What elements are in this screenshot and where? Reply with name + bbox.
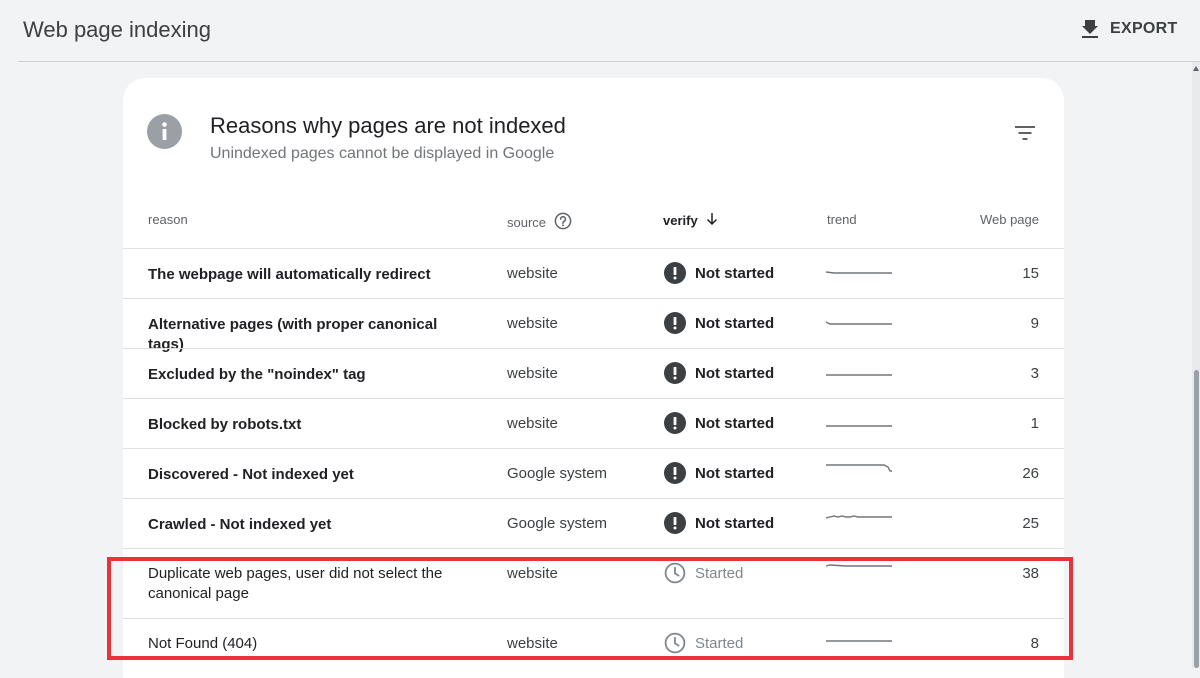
- row-trend-sparkline: [826, 425, 892, 427]
- row-status: Not started: [664, 462, 774, 484]
- row-status: Not started: [664, 412, 774, 434]
- exclamation-circle-icon: [664, 462, 686, 484]
- row-status-label: Not started: [695, 464, 775, 482]
- row-trend-sparkline: [826, 515, 892, 519]
- page-title: Web page indexing: [23, 17, 211, 42]
- row-page-count: 1: [1030, 415, 1039, 432]
- column-header-trend: trend: [827, 212, 857, 227]
- exclamation-circle-icon: [664, 512, 686, 534]
- info-icon: [147, 114, 182, 149]
- row-status: Not started: [664, 362, 774, 384]
- row-status-label: Not started: [695, 264, 775, 282]
- row-status-label: Not started: [695, 314, 775, 332]
- row-reason: Crawled - Not indexed yet: [148, 516, 332, 533]
- row-source: Google system: [507, 465, 608, 482]
- help-circle-icon[interactable]: [554, 212, 572, 233]
- card-subtitle: Unindexed pages cannot be displayed in G…: [210, 145, 555, 162]
- exclamation-circle-icon: [664, 262, 686, 284]
- row-page-count: 9: [1030, 315, 1039, 332]
- row-trend-sparkline: [826, 321, 892, 325]
- row-status: Not started: [664, 262, 774, 284]
- row-source: website: [507, 365, 558, 382]
- row-reason: The webpage will automatically redirect: [148, 266, 431, 283]
- column-header-trend-label: trend: [827, 212, 857, 227]
- column-header-pages-label: Web page: [979, 212, 1039, 227]
- top-bar: Web page indexing EXPORT: [0, 0, 1200, 62]
- exclamation-circle-icon: [664, 412, 686, 434]
- row-page-count: 25: [1022, 515, 1039, 532]
- row-status-label: Not started: [695, 364, 775, 382]
- exclamation-circle-icon: [664, 362, 686, 384]
- header-divider: [18, 61, 1200, 62]
- card-title: Reasons why pages are not indexed: [210, 113, 566, 138]
- table-row[interactable]: Crawled - Not indexed yet Google system …: [123, 498, 1064, 548]
- row-source: website: [507, 415, 558, 432]
- row-trend-sparkline: [826, 374, 892, 376]
- table-row[interactable]: The webpage will automatically redirect …: [123, 248, 1064, 298]
- row-reason: Discovered - Not indexed yet: [148, 466, 354, 483]
- exclamation-circle-icon: [664, 312, 686, 334]
- column-header-source[interactable]: source: [507, 212, 572, 233]
- filter-icon[interactable]: [1015, 125, 1037, 141]
- column-header-reason-label: reason: [148, 212, 188, 227]
- row-page-count: 15: [1022, 265, 1039, 282]
- scrollbar-thumb[interactable]: [1194, 370, 1199, 668]
- export-label: EXPORT: [1110, 20, 1178, 37]
- row-status: Not started: [664, 312, 774, 334]
- row-reason: Blocked by robots.txt: [148, 416, 302, 433]
- column-header-verify-label: verify: [663, 213, 698, 228]
- row-status: Not started: [664, 512, 774, 534]
- row-reason: Excluded by the "noindex" tag: [148, 366, 366, 383]
- export-button[interactable]: EXPORT: [1082, 14, 1178, 44]
- table-row[interactable]: Discovered - Not indexed yet Google syst…: [123, 448, 1064, 498]
- arrow-down-icon: [706, 212, 718, 229]
- table-row[interactable]: Blocked by robots.txt website Not starte…: [123, 398, 1064, 448]
- row-status-label: Not started: [695, 414, 775, 432]
- row-page-count: 26: [1022, 465, 1039, 482]
- column-header-verify[interactable]: verify: [663, 212, 718, 229]
- row-status-label: Not started: [695, 514, 775, 532]
- row-trend-sparkline: [826, 464, 892, 472]
- row-source: website: [507, 265, 558, 282]
- column-header-reason[interactable]: reason: [148, 212, 188, 227]
- column-header-pages[interactable]: Web page: [980, 212, 1039, 227]
- highlight-box: [107, 557, 1073, 660]
- scroll-up-arrow-icon[interactable]: [1193, 66, 1199, 71]
- column-header-source-label: source: [507, 215, 547, 230]
- table-row[interactable]: Excluded by the "noindex" tag website No…: [123, 348, 1064, 398]
- row-source: Google system: [507, 515, 608, 532]
- table-row[interactable]: Alternative pages (with proper canonical…: [123, 298, 1064, 353]
- download-icon: [1082, 20, 1098, 38]
- row-trend-sparkline: [826, 271, 892, 274]
- row-page-count: 3: [1030, 365, 1039, 382]
- row-source: website: [507, 315, 558, 332]
